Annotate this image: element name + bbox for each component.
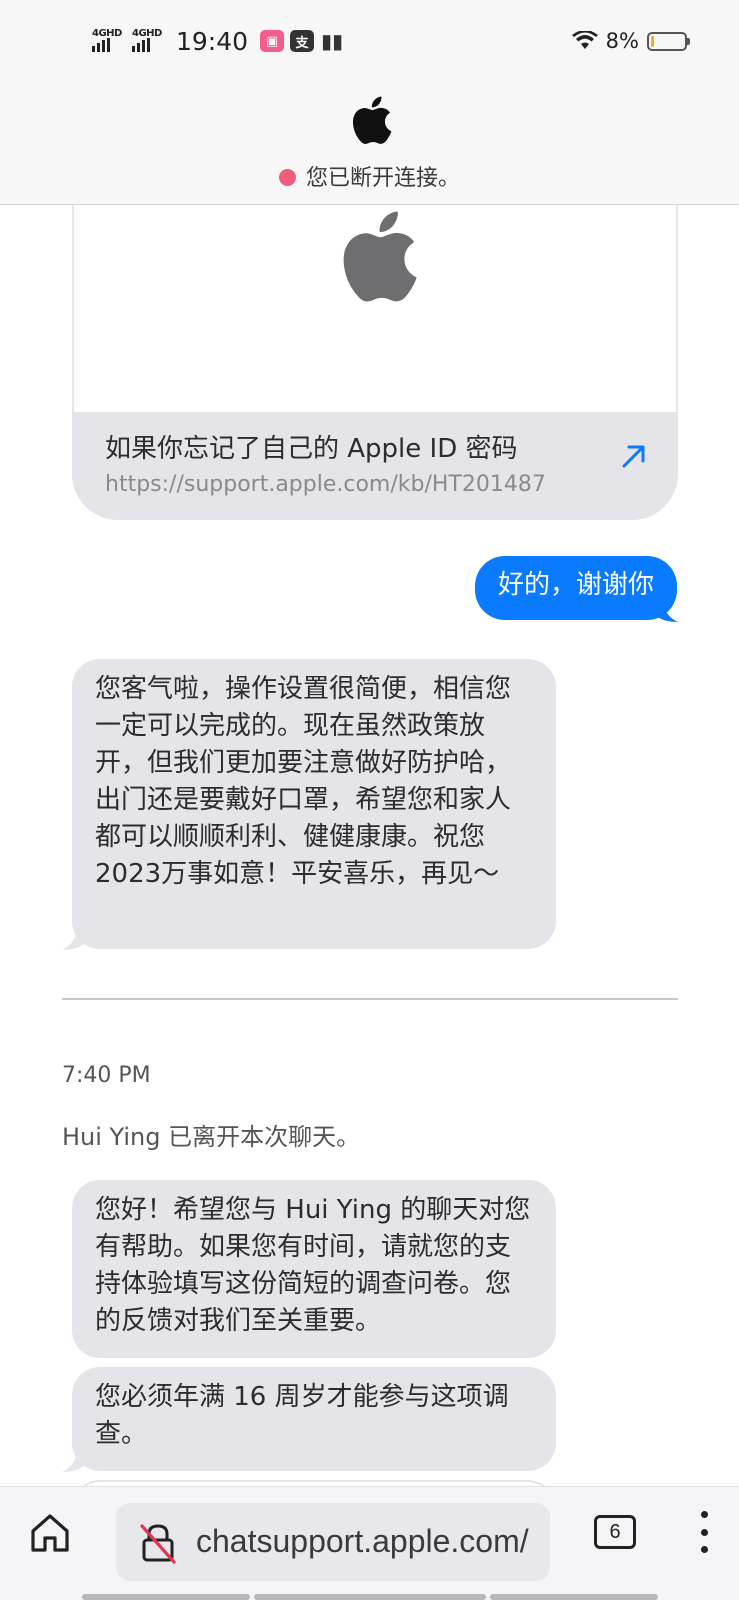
url-text[interactable]: chatsupport.apple.com/: [196, 1523, 529, 1560]
network-label-2: 4GHD: [132, 28, 162, 39]
address-bar[interactable]: chatsupport.apple.com/: [116, 1503, 550, 1581]
signal-icon-1: 4GHD: [92, 28, 126, 52]
book-icon: ▮▮: [321, 29, 344, 53]
battery-icon: [647, 31, 690, 51]
divider: [62, 998, 678, 1000]
outgoing-message-bubble: 好的，谢谢你: [474, 556, 677, 620]
bubble-tail: [652, 598, 678, 622]
wifi-icon: [571, 31, 598, 49]
link-url: https://support.apple.com/kb/HT201487: [105, 472, 546, 497]
status-dot: [278, 169, 296, 186]
home-icon[interactable]: [28, 1511, 72, 1555]
clock: 19:40: [176, 26, 249, 56]
battery-percent: 8%: [605, 29, 639, 53]
more-menu-icon[interactable]: [692, 1509, 716, 1555]
link-title: 如果你忘记了自己的 Apple ID 密码: [105, 434, 518, 464]
gesture-bar: [0, 1594, 739, 1600]
connection-status: 您已断开连接。: [0, 160, 739, 192]
chat-header: 您已断开连接。: [0, 80, 739, 205]
system-notice: Hui Ying 已离开本次聊天。: [62, 1123, 361, 1151]
status-bar: 4GHD 4GHD 19:40 ▣ 支 ▮▮ 8%: [0, 0, 739, 80]
alipay-icon: 支: [290, 30, 315, 52]
bilibili-icon: ▣: [260, 30, 285, 52]
network-label-1: 4GHD: [92, 28, 122, 39]
external-link-arrow-icon[interactable]: [620, 442, 648, 470]
link-preview-card[interactable]: 如果你忘记了自己的 Apple ID 密码 https://support.ap…: [72, 180, 678, 520]
tabs-count-button[interactable]: 6: [594, 1515, 636, 1549]
message-timestamp: 7:40 PM: [62, 1063, 151, 1088]
incoming-message-bubble: 您好！希望您与 Hui Ying 的聊天对您有帮助。如果您有时间，请就您的支持体…: [72, 1180, 556, 1358]
bubble-tail: [62, 1448, 88, 1472]
apple-logo-icon: [352, 96, 392, 144]
link-preview-image: [74, 180, 676, 412]
bubble-tail: [62, 926, 88, 950]
incoming-message-bubble: 您客气啦，操作设置很简便，相信您一定可以完成的。现在虽然政策放开，但我们更加要注…: [72, 659, 556, 949]
signal-icon-2: 4GHD: [132, 28, 166, 52]
incoming-message-bubble: 您必须年满 16 周岁才能参与这项调查。: [72, 1367, 556, 1471]
status-left: 4GHD 4GHD 19:40 ▣ 支 ▮▮: [92, 24, 344, 58]
browser-toolbar: chatsupport.apple.com/ 6: [0, 1486, 739, 1600]
connection-status-text: 您已断开连接。: [305, 166, 460, 191]
status-right: 8%: [571, 26, 690, 56]
apple-logo-icon: [343, 211, 417, 302]
insecure-lock-icon[interactable]: [138, 1522, 178, 1564]
